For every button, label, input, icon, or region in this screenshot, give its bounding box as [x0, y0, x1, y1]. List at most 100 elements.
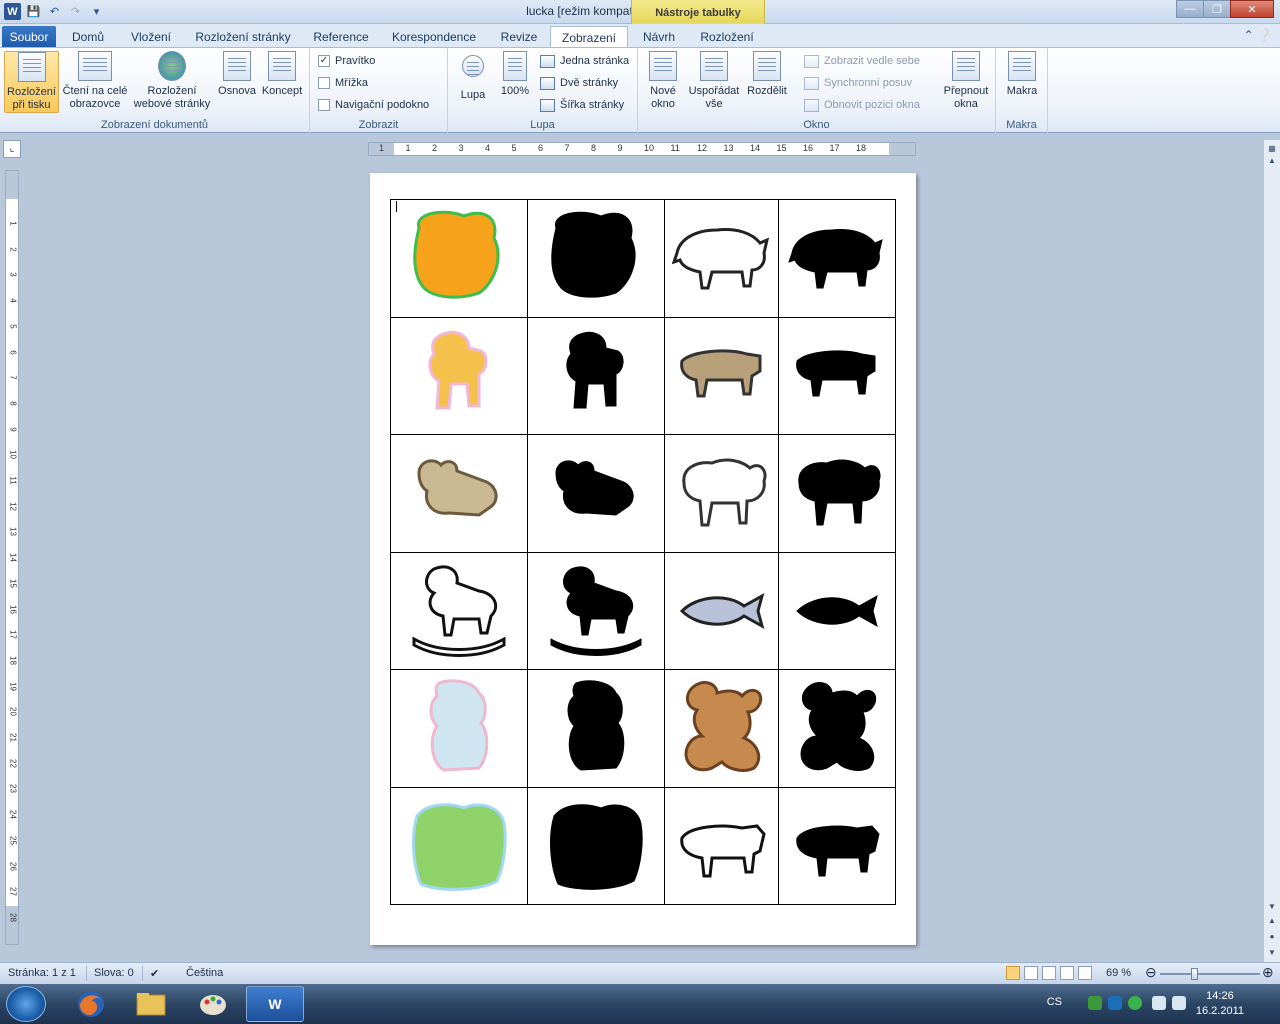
outline-button[interactable]: Osnova [216, 51, 258, 98]
table-cell[interactable] [527, 434, 665, 553]
web-layout-button[interactable]: Rozložení webové stránky [130, 51, 214, 111]
browse-object-icon[interactable]: ● [1265, 930, 1279, 944]
teddy-lying-picture[interactable] [397, 441, 521, 546]
vertical-scrollbar[interactable]: ▦ ▲ ▼ ▲ ● ▼ [1263, 140, 1280, 962]
explorer-folder-icon[interactable] [122, 986, 180, 1022]
polar-bear-silhouette-picture[interactable] [534, 676, 658, 781]
tab-selector[interactable]: ⌞ [3, 140, 21, 158]
table-cell[interactable] [390, 434, 528, 553]
action-center-icon[interactable] [1152, 996, 1166, 1010]
table-cell[interactable] [527, 199, 665, 318]
table-cell[interactable] [778, 786, 896, 905]
toy-horse-silhouette-picture[interactable] [534, 324, 658, 429]
cow-silhouette-picture[interactable] [785, 324, 889, 429]
navigation-pane-checkbox[interactable]: Navigační podokno [318, 96, 429, 114]
web-layout-view-icon[interactable] [1042, 966, 1056, 980]
tab-insert[interactable]: Vložení [122, 26, 180, 48]
one-page-button[interactable]: Jedna stránka [540, 52, 629, 70]
table-cell[interactable] [778, 551, 896, 670]
cat-picture[interactable] [397, 206, 521, 311]
synchronous-scrolling-button[interactable]: Synchronní posuv [804, 74, 912, 92]
help-icon[interactable]: ⌃ ❔ [1244, 28, 1272, 42]
table-cell[interactable] [664, 316, 779, 435]
sheep-silhouette-picture[interactable] [785, 441, 889, 546]
ruler-checkbox[interactable]: ✓ Pravítko [318, 52, 375, 70]
boar-silhouette-picture[interactable] [785, 206, 889, 311]
maximize-button[interactable]: ❐ [1203, 0, 1231, 18]
proofing-icon[interactable]: ✔ [150, 967, 159, 980]
cow-picture[interactable] [671, 324, 772, 429]
next-page-icon[interactable]: ▼ [1265, 946, 1279, 960]
two-pages-button[interactable]: Dvě stránky [540, 74, 618, 92]
draft-view-icon[interactable] [1078, 966, 1092, 980]
table-cell[interactable] [778, 199, 896, 318]
teddy-bear-silhouette-picture[interactable] [785, 676, 889, 781]
table-cell[interactable] [778, 669, 896, 788]
table-cell[interactable] [390, 551, 528, 670]
new-window-button[interactable]: Nové okno [646, 51, 680, 111]
table-cell[interactable] [664, 786, 779, 905]
close-button[interactable]: ✕ [1230, 0, 1274, 18]
update-icon[interactable] [1128, 996, 1142, 1010]
teddy-bear-picture[interactable] [671, 676, 772, 781]
previous-page-icon[interactable]: ▲ [1265, 914, 1279, 928]
print-layout-button[interactable]: Rozložení při tisku [4, 51, 59, 113]
volume-icon[interactable] [1172, 996, 1186, 1010]
zoom-level[interactable]: 69 % [1106, 967, 1131, 979]
zoom-in-icon[interactable]: ⊕ [1262, 964, 1274, 981]
paint-icon[interactable] [184, 986, 242, 1022]
toy-horse-picture[interactable] [397, 324, 521, 429]
table-cell[interactable] [527, 316, 665, 435]
table-cell[interactable] [527, 551, 665, 670]
tab-mailings[interactable]: Korespondence [384, 26, 484, 48]
fish-silhouette-picture[interactable] [785, 559, 889, 664]
polar-bear-picture[interactable] [397, 676, 521, 781]
table-cell[interactable] [778, 434, 896, 553]
tab-design[interactable]: Návrh [634, 26, 684, 48]
rocking-horse-picture[interactable] [397, 559, 521, 664]
table-cell[interactable] [664, 199, 779, 318]
full-screen-reading-button[interactable]: Čtení na celé obrazovce [61, 51, 129, 111]
page-count[interactable]: Stránka: 1 z 1 [8, 967, 76, 979]
start-button[interactable] [6, 986, 46, 1022]
page-width-button[interactable]: Šířka stránky [540, 96, 624, 114]
draft-button[interactable]: Koncept [260, 51, 304, 98]
scroll-down-icon[interactable]: ▼ [1265, 900, 1279, 914]
teddy-lying-silhouette-picture[interactable] [534, 441, 658, 546]
table-cell[interactable] [664, 434, 779, 553]
table-cell[interactable] [390, 669, 528, 788]
tab-page-layout[interactable]: Rozložení stránky [188, 26, 298, 48]
tab-review[interactable]: Revize [494, 26, 544, 48]
network-ok-icon[interactable] [1088, 996, 1102, 1010]
macros-button[interactable]: Makra [1002, 51, 1042, 98]
zoom-button[interactable]: Lupa [456, 51, 490, 102]
arrange-all-button[interactable]: Uspořádat vše [684, 51, 744, 111]
input-language[interactable]: CS [1047, 996, 1062, 1008]
zoom-100-button[interactable]: 100% [496, 51, 534, 98]
view-side-by-side-button[interactable]: Zobrazit vedle sebe [804, 52, 920, 70]
horizontal-ruler[interactable]: 1 1 2 3 4 5 6 7 8 9 10 11 12 13 14 15 16 17 18 [368, 142, 916, 156]
boar-picture[interactable] [671, 206, 772, 311]
word-taskbar-icon[interactable]: W [246, 986, 304, 1022]
cat-silhouette-picture[interactable] [534, 206, 658, 311]
milking-cow-silhouette-picture[interactable] [785, 794, 889, 899]
horses-landscape-silhouette-picture[interactable] [534, 794, 658, 899]
table-cell[interactable] [390, 786, 528, 905]
table-cell[interactable] [664, 551, 779, 670]
zoom-slider-thumb[interactable] [1191, 968, 1198, 980]
minimize-button[interactable]: — [1176, 0, 1204, 18]
sheep-picture[interactable] [671, 441, 772, 546]
table-cell[interactable] [390, 316, 528, 435]
milking-cow-picture[interactable] [671, 794, 772, 899]
vertical-ruler[interactable]: 1 2 3 4 5 6 7 8 9 10 11 12 13 14 15 16 17 18 19 20 21 22 23 24 2… [5, 170, 19, 945]
table-cell[interactable] [778, 316, 896, 435]
gridlines-checkbox[interactable]: Mřížka [318, 74, 368, 92]
table-cell[interactable] [527, 669, 665, 788]
table-cell[interactable] [390, 199, 528, 318]
word-count[interactable]: Slova: 0 [94, 967, 134, 979]
fish-picture[interactable] [671, 559, 772, 664]
reset-window-position-button[interactable]: Obnovit pozici okna [804, 96, 920, 114]
tab-references[interactable]: Reference [306, 26, 376, 48]
firefox-icon[interactable] [62, 986, 120, 1022]
switch-windows-button[interactable]: Přepnout okna [938, 51, 994, 111]
